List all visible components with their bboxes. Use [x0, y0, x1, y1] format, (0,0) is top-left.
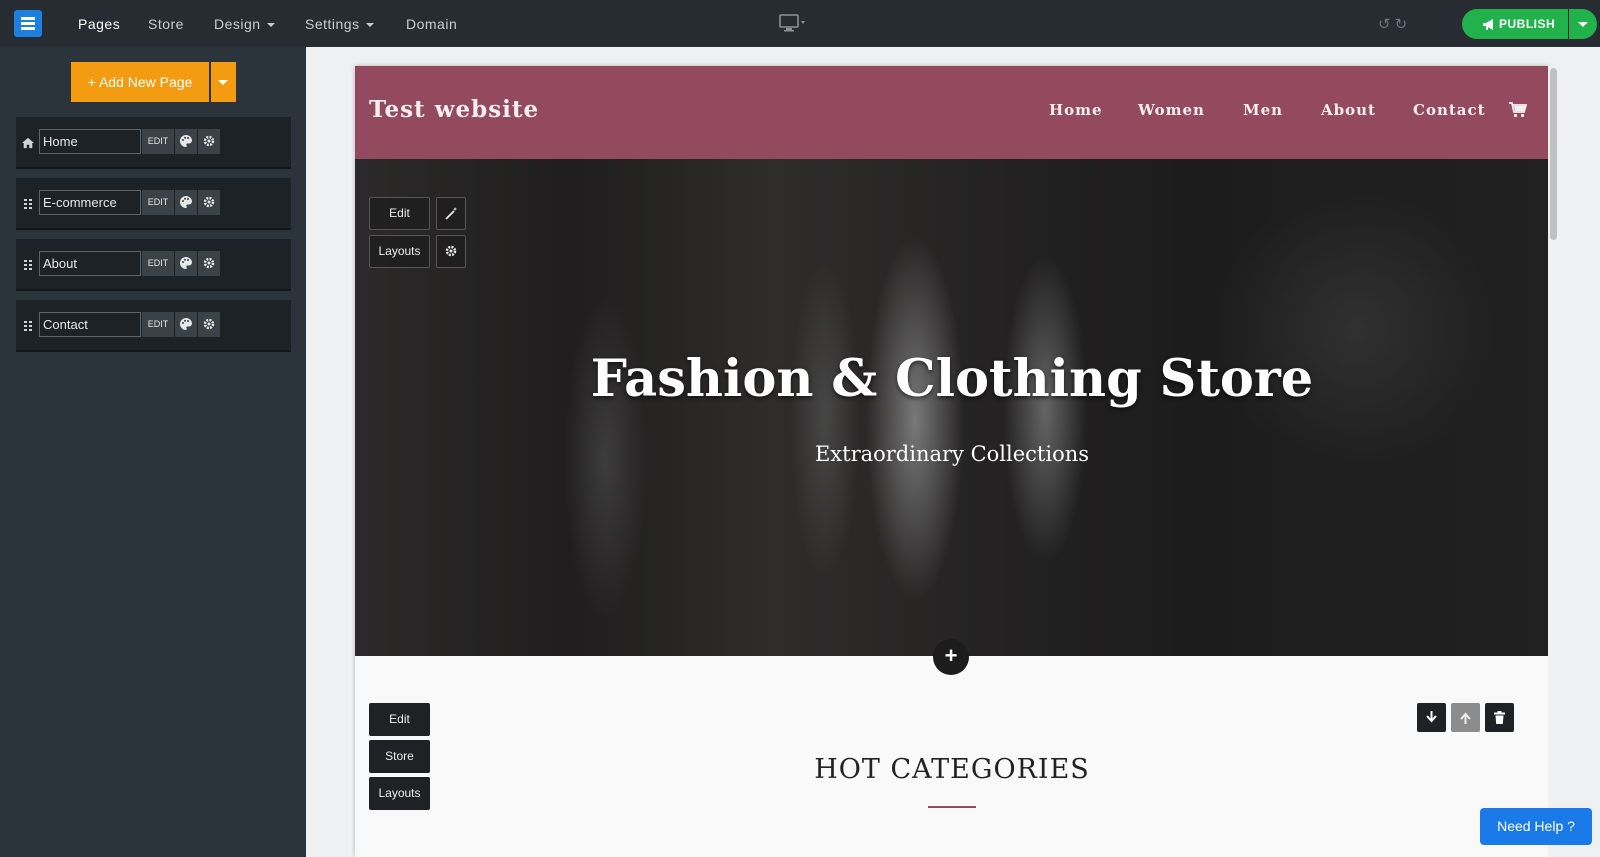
- pages-sidebar: + Add New Page Home EDIT E-commerce EDIT: [0, 47, 306, 857]
- top-bar: Pages Store Design Settings Domain ↺↻ PU…: [0, 0, 1600, 47]
- page-name-input[interactable]: Home: [39, 129, 141, 154]
- hero-layouts-button[interactable]: Layouts: [369, 235, 430, 268]
- page-row-home: Home EDIT: [16, 117, 291, 169]
- cart-icon[interactable]: [1509, 102, 1527, 118]
- edit-page-button[interactable]: EDIT: [142, 251, 174, 276]
- chevron-down-icon: [266, 23, 275, 28]
- scrollbar-thumb[interactable]: [1550, 68, 1557, 240]
- publish-button[interactable]: PUBLISH: [1462, 9, 1568, 39]
- gear-icon[interactable]: [436, 235, 466, 268]
- desktop-icon: [779, 14, 805, 32]
- website-preview: Test website Home Women Men About Contac…: [355, 66, 1549, 857]
- hero-subtitle[interactable]: Extraordinary Collections: [355, 442, 1549, 466]
- palette-icon[interactable]: [175, 129, 197, 154]
- delete-section-button[interactable]: [1485, 703, 1514, 732]
- move-down-button[interactable]: [1417, 703, 1446, 732]
- arrow-down-icon: [1426, 711, 1437, 723]
- arrow-up-icon: [1460, 712, 1471, 724]
- nav-domain[interactable]: Domain: [406, 16, 457, 32]
- drag-handle-icon[interactable]: [22, 198, 34, 210]
- magic-wand-icon[interactable]: [436, 197, 466, 230]
- page-name-input[interactable]: About: [39, 251, 141, 276]
- site-nav-home[interactable]: Home: [1049, 101, 1103, 119]
- page-name-input[interactable]: Contact: [39, 312, 141, 337]
- need-help-button[interactable]: Need Help ?: [1480, 808, 1592, 845]
- page-row-e-commerce: E-commerce EDIT: [16, 178, 291, 230]
- drag-handle-icon[interactable]: [22, 259, 34, 271]
- edit-page-button[interactable]: EDIT: [142, 190, 174, 215]
- nav-design-label: Design: [214, 16, 261, 32]
- add-section-button[interactable]: +: [933, 639, 969, 675]
- megaphone-icon: [1483, 19, 1493, 30]
- publish-dropdown-button[interactable]: [1569, 9, 1597, 39]
- app-logo-icon[interactable]: [14, 10, 42, 37]
- undo-redo-group: ↺↻: [1378, 15, 1411, 33]
- home-icon: [22, 137, 34, 149]
- site-title[interactable]: Test website: [369, 96, 539, 123]
- add-page-dropdown-button[interactable]: [211, 62, 236, 102]
- site-nav-contact[interactable]: Contact: [1413, 101, 1486, 119]
- gear-icon[interactable]: [198, 190, 220, 215]
- site-nav-women[interactable]: Women: [1138, 101, 1205, 119]
- site-nav-about[interactable]: About: [1321, 101, 1376, 119]
- edit-page-button[interactable]: EDIT: [142, 312, 174, 337]
- palette-icon[interactable]: [175, 190, 197, 215]
- page-name-input[interactable]: E-commerce: [39, 190, 141, 215]
- palette-icon[interactable]: [175, 312, 197, 337]
- drag-handle-icon[interactable]: [22, 320, 34, 332]
- palette-icon[interactable]: [175, 251, 197, 276]
- site-nav-men[interactable]: Men: [1243, 101, 1283, 119]
- redo-icon[interactable]: ↻: [1395, 16, 1412, 33]
- page-row-about: About EDIT: [16, 239, 291, 291]
- publish-label: PUBLISH: [1499, 17, 1556, 31]
- add-new-page-button[interactable]: + Add New Page: [71, 62, 209, 102]
- gear-icon[interactable]: [198, 312, 220, 337]
- nav-design[interactable]: Design: [214, 16, 275, 32]
- nav-pages[interactable]: Pages: [78, 16, 120, 32]
- hero-edit-button[interactable]: Edit: [369, 197, 430, 230]
- site-header: Test website Home Women Men About Contac…: [355, 66, 1549, 159]
- preview-scrollbar[interactable]: [1548, 66, 1559, 857]
- device-preview-toggle[interactable]: [779, 14, 809, 37]
- hero-title[interactable]: Fashion & Clothing Store: [355, 349, 1549, 409]
- gear-icon[interactable]: [198, 129, 220, 154]
- nav-store[interactable]: Store: [148, 16, 184, 32]
- heading-divider: [928, 806, 976, 808]
- nav-settings[interactable]: Settings: [305, 16, 374, 32]
- nav-settings-label: Settings: [305, 16, 360, 32]
- edit-page-button[interactable]: EDIT: [142, 129, 174, 154]
- gear-icon[interactable]: [198, 251, 220, 276]
- section-heading[interactable]: HOT CATEGORIES: [355, 754, 1549, 785]
- section-edit-button[interactable]: Edit: [369, 703, 430, 736]
- trash-icon: [1494, 711, 1505, 724]
- hero-section: Edit Layouts Fashion & Clothing Store Ex…: [355, 159, 1549, 656]
- undo-icon[interactable]: ↺: [1378, 16, 1395, 33]
- page-row-contact: Contact EDIT: [16, 300, 291, 352]
- chevron-down-icon: [365, 23, 374, 28]
- move-up-button[interactable]: [1451, 703, 1480, 732]
